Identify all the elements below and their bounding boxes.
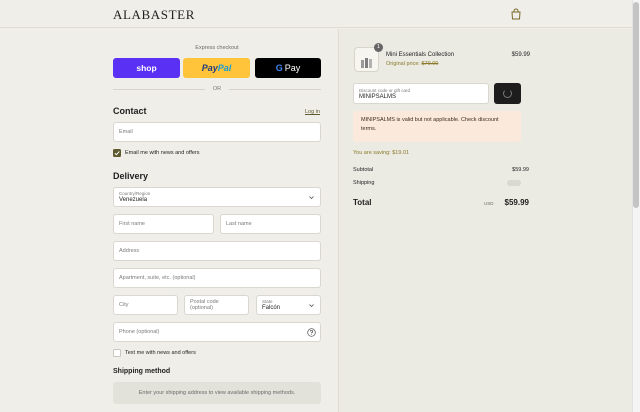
postal-code-field[interactable]: Postal code (optional) [184, 295, 249, 315]
savings-text: You are saving: $19.01 [353, 150, 410, 156]
quantity-badge: 1 [374, 43, 383, 52]
original-price-value: $79.00 [421, 61, 439, 67]
phone-field[interactable]: Phone (optional) [113, 322, 321, 342]
scrollbar-thumb[interactable] [633, 2, 639, 208]
original-price-label: Original price: [386, 61, 420, 67]
first-name-placeholder: First name [119, 221, 145, 227]
loading-spinner-icon [503, 89, 512, 98]
shopping-bag-icon[interactable] [510, 8, 522, 20]
discount-label: Discount code or gift card [359, 87, 411, 93]
email-news-checkbox[interactable] [113, 149, 121, 157]
help-circle-icon[interactable] [307, 328, 316, 337]
divider-line [229, 89, 321, 90]
shop-pay-label: shop [136, 63, 157, 73]
city-placeholder: City [119, 302, 129, 308]
currency-code: USD [484, 201, 494, 206]
shipping-message: Enter your shipping address to view avai… [138, 390, 296, 396]
paypal-button[interactable]: Pay Pal [183, 58, 250, 78]
discount-value: MINIPSALMS [359, 93, 397, 100]
apply-discount-button[interactable] [494, 83, 521, 104]
email-field[interactable]: Email [113, 122, 321, 142]
text-news-label: Text me with news and offers [125, 350, 196, 356]
product-price: $59.99 [511, 52, 530, 58]
first-name-field[interactable]: First name [113, 214, 214, 234]
google-g-icon: G [275, 63, 283, 73]
express-checkout-label: Express checkout [195, 45, 239, 51]
shipping-label: Shipping [353, 180, 375, 186]
shipping-loading-placeholder [507, 180, 521, 186]
product-name: Mini Essentials Collection [386, 52, 455, 58]
country-value: Venezuela [119, 197, 148, 203]
chevron-down-icon [309, 196, 314, 200]
state-label: State [262, 299, 273, 304]
paypal-label-pay: Pay [201, 63, 218, 73]
google-pay-label: Pay [284, 63, 301, 73]
address-field[interactable]: Address [113, 241, 321, 261]
email-news-label: Email me with news and offers [125, 150, 200, 156]
country-label: Country/Region [119, 191, 151, 196]
discount-alert: MINIPSALMS is valid but not applicable. … [353, 111, 521, 142]
shipping-method-placeholder: Enter your shipping address to view avai… [113, 382, 321, 404]
login-link[interactable]: Log in [305, 109, 320, 115]
original-price: Original price: $79.00 [386, 61, 438, 67]
state-value: Falcón [262, 305, 281, 311]
google-pay-button[interactable]: G Pay [255, 58, 321, 78]
delivery-heading: Delivery [113, 171, 149, 181]
subtotal-label: Subtotal [353, 167, 374, 173]
chevron-down-icon [309, 304, 314, 308]
contact-heading: Contact [113, 106, 147, 116]
apartment-field[interactable]: Apartment, suite, etc. (optional) [113, 268, 321, 288]
checkmark-icon [114, 151, 120, 156]
page-scrollbar[interactable] [632, 0, 640, 412]
city-field[interactable]: City [113, 295, 178, 315]
email-placeholder: Email [119, 129, 133, 135]
product-image-icon [361, 58, 372, 68]
paypal-label-pal: Pal [217, 63, 232, 73]
apartment-placeholder: Apartment, suite, etc. (optional) [119, 275, 196, 281]
last-name-placeholder: Last name [226, 221, 252, 227]
shipping-method-heading: Shipping method [113, 368, 171, 375]
last-name-field[interactable]: Last name [220, 214, 321, 234]
or-divider: OR [113, 85, 321, 93]
discount-code-field[interactable]: Discount code or gift card MINIPSALMS [353, 83, 489, 104]
country-select[interactable]: Country/Region Venezuela [113, 187, 321, 207]
total-label: Total [353, 198, 372, 207]
postal-code-placeholder: Postal code (optional) [190, 299, 219, 311]
phone-placeholder: Phone (optional) [119, 329, 160, 335]
shop-pay-button[interactable]: shop [113, 58, 180, 78]
address-placeholder: Address [119, 248, 140, 254]
state-select[interactable]: State Falcón [256, 295, 321, 315]
subtotal-value: $59.99 [512, 167, 529, 173]
total-value: $59.99 [504, 198, 529, 207]
brand-logo[interactable]: ALABASTER [113, 7, 195, 23]
site-header: ALABASTER [0, 0, 632, 28]
text-news-checkbox[interactable] [113, 349, 121, 357]
